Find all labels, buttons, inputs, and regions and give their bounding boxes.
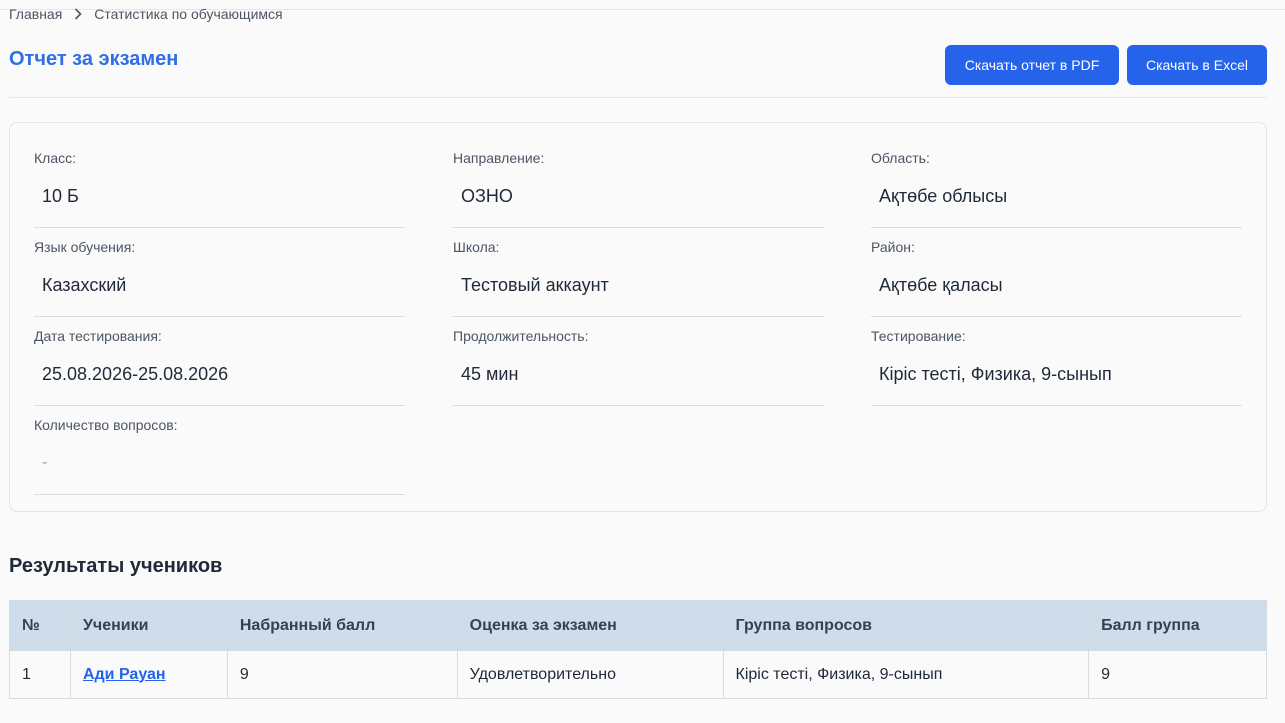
results-section-title: Результаты учеников — [9, 555, 223, 577]
chevron-right-icon — [74, 8, 82, 20]
field-value: Ақтөбе облысы — [871, 178, 1242, 228]
field-label: Школа: — [453, 239, 500, 255]
cell-number: 1 — [9, 650, 71, 699]
download-pdf-button[interactable]: Скачать отчет в PDF — [945, 45, 1119, 85]
field-direction: Направление: ОЗНО — [453, 149, 824, 228]
field-label: Количество вопросов: — [34, 417, 178, 433]
results-table: № Ученики Набранный балл Оценка за экзам… — [9, 600, 1267, 699]
field-label: Язык обучения: — [34, 239, 136, 255]
page-title: Отчет за экзамен — [9, 48, 179, 70]
field-value: Ақтөбе қаласы — [871, 267, 1242, 317]
field-value: 45 мин — [453, 356, 824, 406]
field-value: Кіріс тесті, Физика, 9-сынып — [871, 356, 1242, 406]
field-value: Тестовый аккаунт — [453, 267, 824, 317]
column-header-group-score: Балл группа — [1088, 600, 1267, 651]
field-label: Тестирование: — [871, 328, 966, 344]
field-value: 10 Б — [34, 178, 405, 228]
exam-info-card: Класс: 10 Б Направление: ОЗНО Область: А… — [9, 122, 1267, 512]
cell-score: 9 — [226, 650, 458, 699]
cell-group-score: 9 — [1088, 650, 1267, 699]
field-label: Продолжительность: — [453, 328, 589, 344]
download-excel-button[interactable]: Скачать в Excel — [1127, 45, 1267, 85]
breadcrumb-current: Статистика по обучающимся — [94, 6, 283, 22]
column-header-students: Ученики — [69, 600, 228, 651]
cell-grade: Удовлетворительно — [456, 650, 724, 699]
field-duration: Продолжительность: 45 мин — [453, 327, 824, 406]
field-district: Район: Ақтөбе қаласы — [871, 238, 1242, 317]
column-header-number: № — [9, 600, 71, 651]
field-label: Область: — [871, 150, 930, 166]
field-test-date: Дата тестирования: 25.08.2026-25.08.2026 — [34, 327, 405, 406]
field-question-count: Количество вопросов: - — [34, 416, 405, 495]
field-label: Направление: — [453, 150, 545, 166]
field-class: Класс: 10 Б — [34, 149, 405, 228]
table-row: 1 Ади Рауан 9 Удовлетворительно Кіріс те… — [9, 650, 1267, 699]
field-label: Район: — [871, 239, 915, 255]
field-school: Школа: Тестовый аккаунт — [453, 238, 824, 317]
field-region: Область: Ақтөбе облысы — [871, 149, 1242, 228]
column-header-score: Набранный балл — [226, 600, 458, 651]
field-value: Казахский — [34, 267, 405, 317]
field-label: Дата тестирования: — [34, 328, 162, 344]
field-testing: Тестирование: Кіріс тесті, Физика, 9-сын… — [871, 327, 1242, 406]
field-value: ОЗНО — [453, 178, 824, 228]
breadcrumb-home-link[interactable]: Главная — [9, 6, 62, 22]
column-header-grade: Оценка за экзамен — [456, 600, 724, 651]
field-value: - — [34, 445, 405, 495]
cell-question-group: Кіріс тесті, Физика, 9-сынып — [722, 650, 1090, 699]
breadcrumb: Главная Статистика по обучающимся — [9, 6, 283, 22]
title-divider — [9, 97, 1267, 98]
field-language: Язык обучения: Казахский — [34, 238, 405, 317]
student-link[interactable]: Ади Рауан — [83, 666, 166, 683]
field-value: 25.08.2026-25.08.2026 — [34, 356, 405, 406]
field-label: Класс: — [34, 150, 76, 166]
table-header-row: № Ученики Набранный балл Оценка за экзам… — [9, 600, 1267, 651]
cell-student: Ади Рауан — [69, 650, 228, 699]
column-header-question-group: Группа вопросов — [722, 600, 1090, 651]
